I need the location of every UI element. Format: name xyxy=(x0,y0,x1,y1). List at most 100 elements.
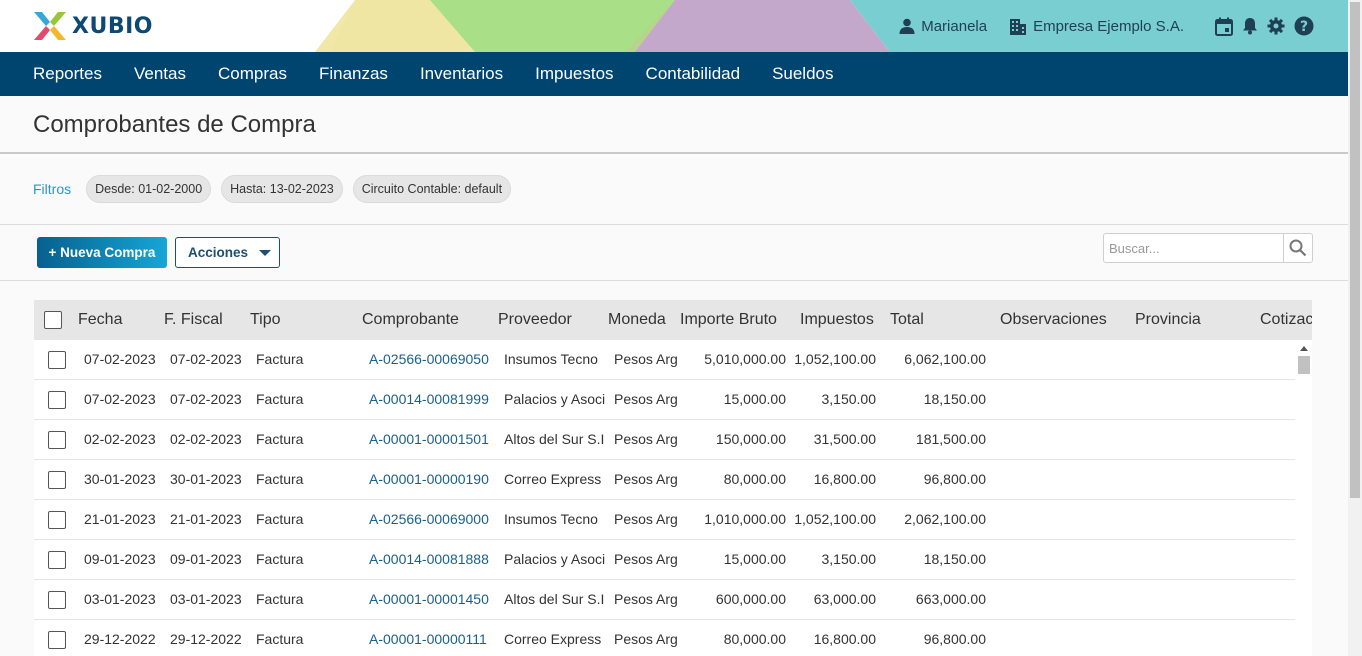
column-header-total[interactable]: Total xyxy=(890,311,924,329)
notifications-button[interactable] xyxy=(1242,17,1258,35)
cell-impuestos: 31,500.00 xyxy=(813,431,876,447)
cell-total: 18,150.00 xyxy=(923,551,986,567)
cell-proveedor: Correo Express xyxy=(504,631,602,647)
cell-proveedor: Correo Express xyxy=(504,471,602,487)
cell-moneda: Pesos Arg xyxy=(614,391,677,407)
cell-tipo: Factura xyxy=(256,591,304,607)
search-button[interactable] xyxy=(1283,234,1312,262)
column-header-tipo[interactable]: Tipo xyxy=(250,311,281,329)
cell-fecha: 30-01-2023 xyxy=(84,471,156,487)
cell-fecha: 07-02-2023 xyxy=(84,351,156,367)
table-row[interactable]: 29-12-2022 29-12-2022 Factura A-00001-00… xyxy=(34,620,1295,656)
cell-comprobante-link[interactable]: A-02566-00069000 xyxy=(369,511,493,527)
row-checkbox[interactable] xyxy=(48,391,66,409)
cell-proveedor: Altos del Sur S.I xyxy=(504,591,605,607)
page-scrollbar-thumb[interactable] xyxy=(1350,2,1360,498)
table-row[interactable]: 21-01-2023 21-01-2023 Factura A-02566-00… xyxy=(34,500,1295,540)
cell-moneda: Pesos Arg xyxy=(614,591,677,607)
table-row[interactable]: 07-02-2023 07-02-2023 Factura A-02566-00… xyxy=(34,340,1295,380)
cell-moneda: Pesos Arg xyxy=(614,551,677,567)
cell-impuestos: 3,150.00 xyxy=(821,391,877,407)
new-purchase-button[interactable]: + Nueva Compra xyxy=(37,237,167,268)
row-checkbox[interactable] xyxy=(48,351,66,369)
cell-ffiscal: 07-02-2023 xyxy=(170,391,242,407)
cell-total: 181,500.00 xyxy=(915,431,986,447)
row-checkbox[interactable] xyxy=(48,431,66,449)
column-header-proveedor[interactable]: Proveedor xyxy=(498,311,572,329)
search-input[interactable] xyxy=(1104,234,1283,262)
nav-item-compras[interactable]: Compras xyxy=(218,64,287,84)
cell-importe-bruto: 600,000.00 xyxy=(715,591,786,607)
filters-bar: Filtros Desde: 01-02-2000 Hasta: 13-02-2… xyxy=(0,154,1348,225)
table-row[interactable]: 03-01-2023 03-01-2023 Factura A-00001-00… xyxy=(34,580,1295,620)
cell-total: 18,150.00 xyxy=(923,391,986,407)
row-checkbox[interactable] xyxy=(48,631,66,649)
actions-dropdown[interactable]: Acciones xyxy=(175,237,280,268)
cell-fecha: 03-01-2023 xyxy=(84,591,156,607)
user-name: Marianela xyxy=(921,17,988,35)
column-header-ffiscal[interactable]: F. Fiscal xyxy=(164,311,223,329)
cell-comprobante-link[interactable]: A-00001-00000190 xyxy=(369,471,493,487)
nav-item-impuestos[interactable]: Impuestos xyxy=(535,64,613,84)
row-checkbox[interactable] xyxy=(48,471,66,489)
nav-item-contabilidad[interactable]: Contabilidad xyxy=(646,64,741,84)
cell-tipo: Factura xyxy=(256,471,304,487)
brand-logo[interactable]: XUBIO xyxy=(32,10,153,42)
help-button[interactable]: ? xyxy=(1294,16,1314,36)
filter-chip-desde[interactable]: Desde: 01-02-2000 xyxy=(86,175,212,203)
cell-tipo: Factura xyxy=(256,351,304,367)
table-scrollbar[interactable] xyxy=(1296,346,1312,656)
cell-comprobante-link[interactable]: A-00001-00001501 xyxy=(369,431,493,447)
row-checkbox[interactable] xyxy=(48,591,66,609)
cell-comprobante-link[interactable]: A-00001-00000111 xyxy=(369,631,493,647)
filters-label[interactable]: Filtros xyxy=(33,181,71,197)
cell-moneda: Pesos Arg xyxy=(614,431,677,447)
column-header-provincia[interactable]: Provincia xyxy=(1135,311,1201,329)
cell-importe-bruto: 150,000.00 xyxy=(715,431,786,447)
cell-comprobante-link[interactable]: A-02566-00069050 xyxy=(369,351,493,367)
table-scrollbar-thumb[interactable] xyxy=(1298,356,1310,374)
column-header-impuestos[interactable]: Impuestos xyxy=(800,311,874,329)
cell-importe-bruto: 5,010,000.00 xyxy=(704,351,786,367)
row-checkbox[interactable] xyxy=(48,551,66,569)
column-header-importe-bruto[interactable]: Importe Bruto xyxy=(680,311,777,329)
scroll-up-icon[interactable] xyxy=(1300,346,1308,351)
cell-moneda: Pesos Arg xyxy=(614,471,677,487)
column-header-fecha[interactable]: Fecha xyxy=(78,311,122,329)
table-row[interactable]: 02-02-2023 02-02-2023 Factura A-00001-00… xyxy=(34,420,1295,460)
column-header-comprobante[interactable]: Comprobante xyxy=(362,311,459,329)
cell-impuestos: 16,800.00 xyxy=(813,631,876,647)
nav-item-sueldos[interactable]: Sueldos xyxy=(772,64,833,84)
cell-ffiscal: 29-12-2022 xyxy=(170,631,242,647)
settings-button[interactable] xyxy=(1267,17,1285,35)
bell-icon xyxy=(1243,18,1257,35)
table-row[interactable]: 07-02-2023 07-02-2023 Factura A-00014-00… xyxy=(34,380,1295,420)
cell-total: 96,800.00 xyxy=(923,631,986,647)
page-scrollbar[interactable] xyxy=(1348,0,1362,656)
table-row[interactable]: 09-01-2023 09-01-2023 Factura A-00014-00… xyxy=(34,540,1295,580)
help-icon: ? xyxy=(1294,16,1314,36)
table-row[interactable]: 30-01-2023 30-01-2023 Factura A-00001-00… xyxy=(34,460,1295,500)
calendar-button[interactable] xyxy=(1215,17,1233,36)
user-menu[interactable]: Marianela xyxy=(899,18,987,35)
cell-importe-bruto: 15,000.00 xyxy=(723,391,786,407)
chevron-down-icon xyxy=(259,250,271,256)
column-header-moneda[interactable]: Moneda xyxy=(608,311,666,329)
filter-chip-circuito[interactable]: Circuito Contable: default xyxy=(352,175,512,203)
nav-item-finanzas[interactable]: Finanzas xyxy=(319,64,388,84)
nav-item-reportes[interactable]: Reportes xyxy=(33,64,102,84)
nav-item-inventarios[interactable]: Inventarios xyxy=(420,64,503,84)
cell-importe-bruto: 1,010,000.00 xyxy=(704,511,786,527)
cell-comprobante-link[interactable]: A-00014-00081888 xyxy=(369,551,493,567)
company-menu[interactable]: Empresa Ejemplo S.A. xyxy=(1009,18,1184,35)
cell-comprobante-link[interactable]: A-00014-00081999 xyxy=(369,391,493,407)
filter-chip-hasta[interactable]: Hasta: 13-02-2023 xyxy=(221,175,343,203)
column-header-observaciones[interactable]: Observaciones xyxy=(1000,311,1107,329)
cell-ffiscal: 30-01-2023 xyxy=(170,471,242,487)
row-checkbox[interactable] xyxy=(48,511,66,529)
column-header-cotizacion[interactable]: Cotizac xyxy=(1260,311,1312,329)
select-all-checkbox[interactable] xyxy=(44,311,62,329)
nav-item-ventas[interactable]: Ventas xyxy=(134,64,186,84)
cell-comprobante-link[interactable]: A-00001-00001450 xyxy=(369,591,493,607)
actions-label: Acciones xyxy=(188,245,249,260)
